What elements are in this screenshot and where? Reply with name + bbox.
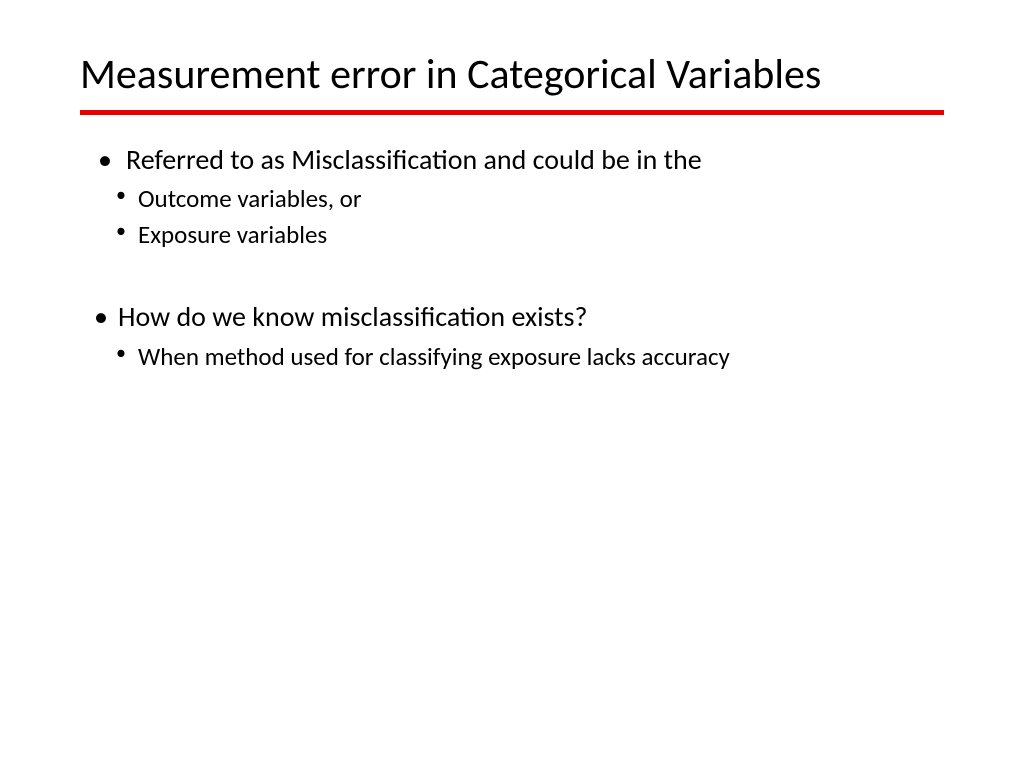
title-divider	[80, 110, 944, 115]
bullet-level2: When method used for classifying exposur…	[116, 340, 944, 374]
bullet-list: Referred to as Misclassification and cou…	[98, 141, 944, 374]
bullet-level2: Exposure variables	[116, 218, 944, 252]
slide-content: Referred to as Misclassification and cou…	[80, 141, 944, 374]
bullet-level1: Referred to as Misclassification and cou…	[98, 141, 944, 179]
spacer	[98, 254, 944, 298]
slide: Measurement error in Categorical Variabl…	[0, 0, 1024, 768]
sub-bullet-list: Outcome variables, or Exposure variables	[98, 182, 944, 252]
slide-title: Measurement error in Categorical Variabl…	[80, 50, 944, 100]
bullet-level1: How do we know misclassification exists?	[98, 298, 944, 336]
bullet-level2: Outcome variables, or	[116, 182, 944, 216]
sub-bullet-list: When method used for classifying exposur…	[98, 340, 944, 374]
